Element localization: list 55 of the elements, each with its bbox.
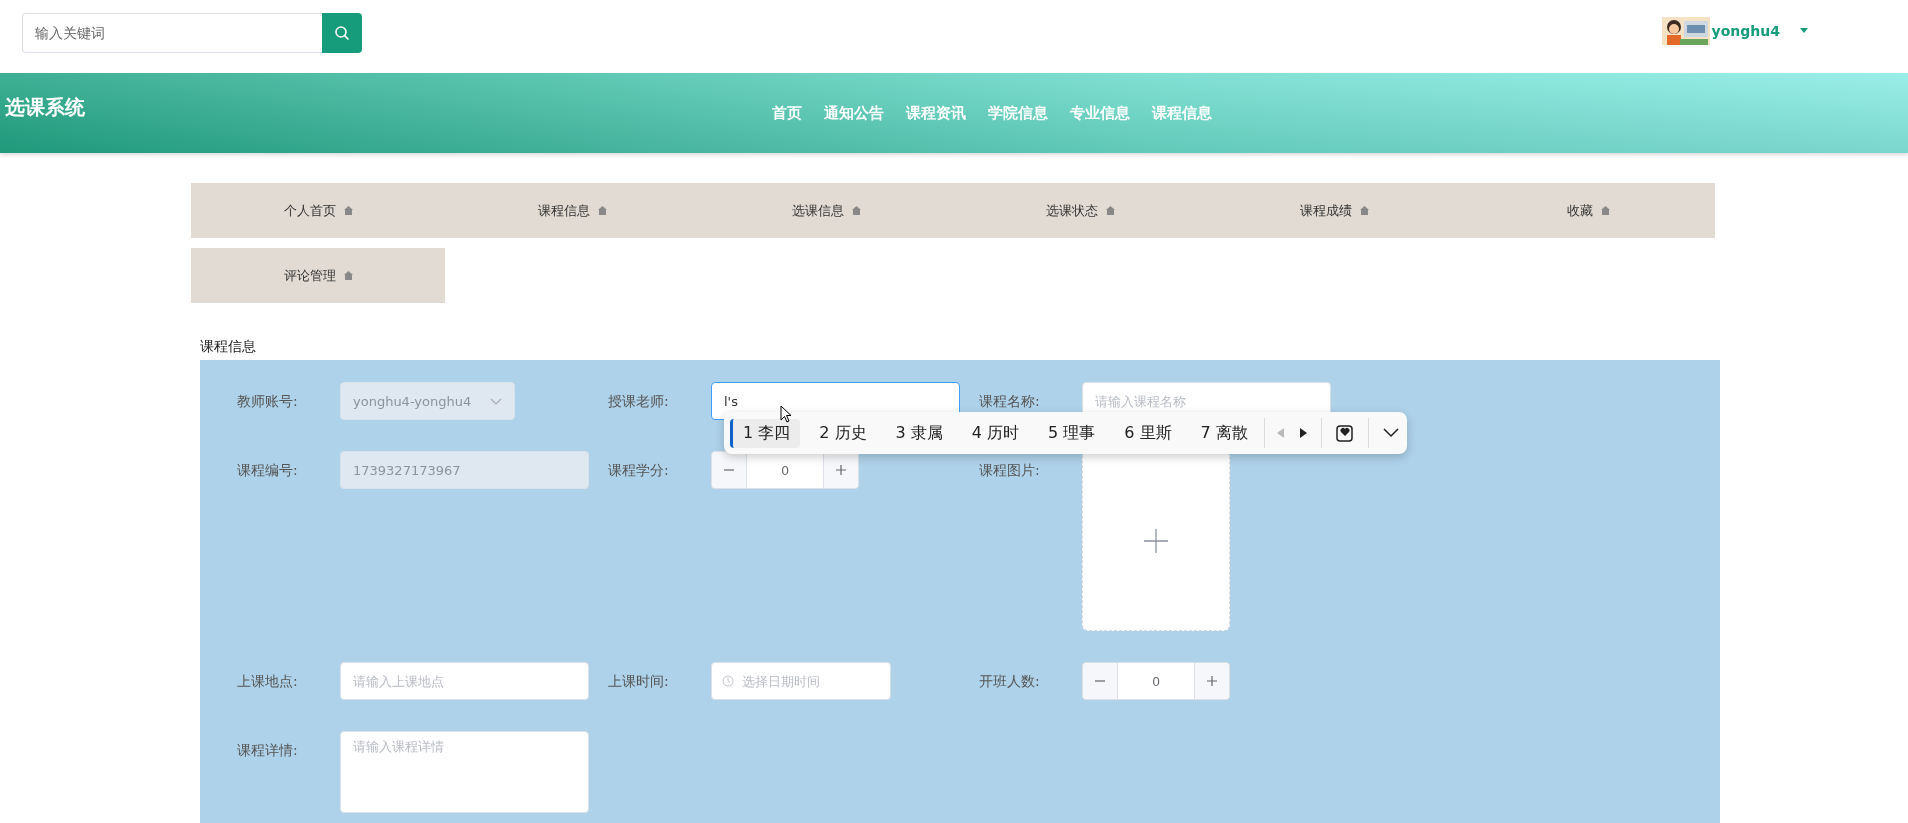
- field-label: 课程名称:: [979, 392, 1041, 411]
- field-label: 教师账号:: [237, 392, 299, 411]
- input-field[interactable]: 请输入上课地点: [340, 662, 589, 700]
- menu-item[interactable]: 收藏: [1461, 183, 1715, 238]
- house-icon: [851, 206, 861, 215]
- number-stepper[interactable]: 0: [1082, 662, 1230, 700]
- field-label: 开班人数:: [979, 672, 1041, 691]
- left-triangle-icon[interactable]: [1276, 428, 1285, 438]
- chevron-down-icon[interactable]: [1382, 428, 1399, 438]
- image-upload[interactable]: [1082, 451, 1230, 631]
- candidate[interactable]: 2 历史: [806, 418, 877, 448]
- section-title: 课程信息: [200, 338, 257, 356]
- field-label: 授课老师:: [608, 392, 670, 411]
- right-triangle-icon[interactable]: [1298, 428, 1307, 438]
- number-field[interactable]: 0: [746, 452, 824, 488]
- candidate[interactable]: 3 隶属: [882, 418, 953, 448]
- house-icon: [343, 206, 353, 215]
- caret-icon[interactable]: [1800, 28, 1808, 33]
- text-area[interactable]: 请输入课程详情: [340, 731, 589, 813]
- field-label: 上课时间:: [608, 672, 670, 691]
- menu-item[interactable]: 评论管理: [191, 248, 445, 303]
- field-label: 课程详情:: [237, 741, 299, 760]
- plus-icon: [1144, 529, 1168, 553]
- number-field[interactable]: 0: [1117, 663, 1195, 699]
- house-icon: [343, 271, 353, 280]
- site-title: 选课系统: [4, 93, 85, 121]
- candidate[interactable]: 7 离散: [1187, 418, 1258, 448]
- search-icon: [334, 24, 350, 41]
- house-icon: [597, 206, 607, 215]
- plus-icon: [835, 464, 847, 476]
- clock-icon: [722, 675, 734, 687]
- chevron-down-icon: [490, 397, 502, 405]
- heart-box-icon[interactable]: [1335, 424, 1354, 442]
- field-label: 课程学分:: [608, 461, 670, 480]
- date-time-field[interactable]: 选择日期时间: [711, 662, 891, 700]
- house-icon: [1600, 206, 1610, 215]
- menu-item[interactable]: 个人首页: [191, 183, 445, 238]
- candidate[interactable]: 5 理事: [1035, 418, 1106, 448]
- search-field[interactable]: 输入关键词: [22, 12, 322, 53]
- candidate[interactable]: 1 李四: [730, 418, 801, 448]
- candidate[interactable]: 4 历时: [958, 418, 1030, 448]
- date-time-input[interactable]: 选择日期时间: [740, 672, 880, 690]
- menu-item[interactable]: 选课信息: [699, 183, 953, 238]
- house-icon: [1105, 206, 1115, 215]
- field-label: 课程图片:: [979, 461, 1041, 480]
- field-label: 课程编号:: [237, 461, 299, 480]
- number-stepper[interactable]: 0: [711, 451, 859, 489]
- search-button[interactable]: [322, 12, 362, 53]
- menu-item[interactable]: 选课状态: [953, 183, 1207, 238]
- menu-item[interactable]: 课程成绩: [1207, 183, 1461, 238]
- house-icon: [1359, 206, 1369, 215]
- plus-icon: [1206, 675, 1218, 687]
- menu-item[interactable]: 课程信息: [445, 183, 699, 238]
- candidate[interactable]: 6 里斯: [1111, 418, 1182, 448]
- field-label: 上课地点:: [237, 672, 299, 691]
